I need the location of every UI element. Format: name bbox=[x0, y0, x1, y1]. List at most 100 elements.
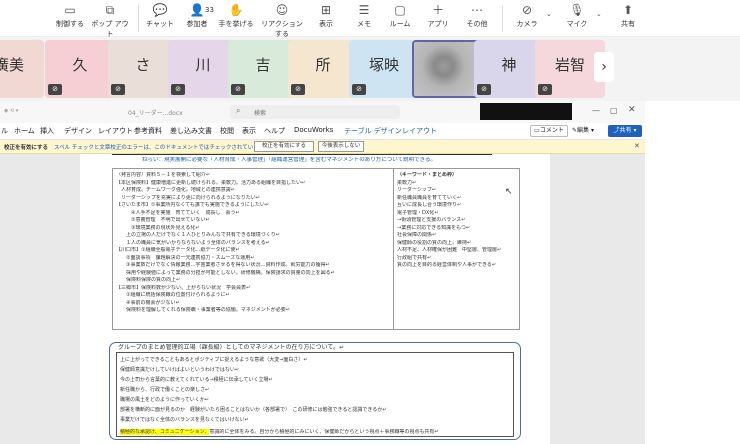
share-button[interactable]: ⬆ 共有 bbox=[616, 2, 640, 29]
control-button[interactable]: ▭ 制御する bbox=[56, 2, 84, 29]
discussion-line: 保険料保険の質の向上↵ bbox=[116, 277, 181, 283]
more-button[interactable]: ⋯ その他 bbox=[464, 2, 490, 29]
mic-options-chevron-icon[interactable]: ⌄ bbox=[596, 10, 602, 18]
menu-home[interactable]: ホーム bbox=[14, 126, 35, 136]
notes-button[interactable]: ☰ メモ bbox=[352, 2, 376, 29]
discussion-table: （発言内容）資料５－１を検索して紹介↵ 【本区保険料】健康増進に更新し続けられる。… bbox=[112, 168, 520, 330]
ribbon-menu: ル ホーム 挿入 デザイン レイアウト 参考資料 差し込み文書 校閲 表示 ヘル… bbox=[0, 123, 645, 140]
chat-icon: 💬 bbox=[152, 3, 168, 17]
mouse-cursor-icon: ↖ bbox=[505, 187, 513, 197]
summary-line: 部署を横断的に面が見るのか 経験がいたら困ることはないか（各部署で） この研修に… bbox=[120, 407, 387, 413]
mic-button[interactable]: 🎙 マイク bbox=[564, 2, 590, 29]
menu-file[interactable]: ル bbox=[1, 126, 8, 136]
participant-tile[interactable]: 所 ⊘ bbox=[288, 40, 358, 98]
view-icon: ⊞ bbox=[320, 3, 332, 17]
minimize-icon[interactable]: — bbox=[592, 106, 600, 115]
popout-button[interactable]: ⧉ ポップ アウト bbox=[90, 2, 130, 39]
notes-icon: ☰ bbox=[358, 3, 370, 17]
right-blank-area bbox=[645, 101, 740, 444]
reaction-icon: ☺ bbox=[275, 3, 289, 17]
summary-line: 事業だけではなく全体のバランスを見なくてはいけない↵ bbox=[120, 417, 249, 423]
menu-layout[interactable]: レイアウト bbox=[98, 126, 133, 136]
word-title-bar: ◉ ⟲ ▾ 04_リーダー...docx ⌕ 検索 — ▢ ✕ bbox=[0, 101, 645, 123]
chat-button[interactable]: 💬 チャット bbox=[146, 2, 174, 29]
close-icon[interactable]: ✕ bbox=[628, 105, 636, 115]
mic-muted-icon: ⊘ bbox=[538, 84, 552, 95]
mic-muted-icon: ⊘ bbox=[111, 84, 125, 95]
view-button[interactable]: ⊞ 表示 bbox=[314, 2, 338, 29]
infobar-close-icon[interactable]: ✕ bbox=[634, 142, 640, 150]
keyword-list: 柔軟力↵ リーダーシップ↵ 新任職員職員を育てていく↵ 互いに成長し合う環境作り↵ 電子… bbox=[397, 180, 517, 270]
menu-view[interactable]: 表示 bbox=[242, 126, 256, 136]
menu-references[interactable]: 参考資料 bbox=[134, 126, 162, 136]
apps-button[interactable]: ＋アプリ bbox=[426, 2, 450, 29]
discussion-line: ④事前の機会が少ない↵ bbox=[116, 299, 180, 306]
search-box[interactable]: ⌕ 検索 bbox=[230, 105, 400, 119]
table-column-divider bbox=[393, 169, 394, 329]
raise-hand-button[interactable]: ✋ 手を挙げる bbox=[218, 2, 254, 29]
menu-table-layout[interactable]: レイアウト bbox=[402, 126, 437, 136]
autosave-toggle[interactable]: ◉ ⟲ ▾ bbox=[4, 108, 18, 114]
mic-muted-icon: ⊘ bbox=[231, 84, 245, 95]
summary-line: 保健師意識だけしていけばよいというわけではない↵ bbox=[120, 367, 240, 373]
participant-tile[interactable]: 久 ⊘ bbox=[45, 40, 115, 98]
discussion-line: 【川口市】①組織全般電子データ化…紙データ化に使↵ bbox=[116, 247, 240, 253]
discussion-line: ③事業数だけでなく情報業務…宇宙業者させるを得ない状況…資料作成。就労能力の獲得… bbox=[116, 262, 330, 268]
participant-tile[interactable]: 廣美⊘ bbox=[0, 40, 44, 98]
summary-line: 新任職から、行政で働くことの楽しさ↵ bbox=[120, 387, 210, 393]
menu-review[interactable]: 校閲 bbox=[220, 126, 234, 136]
menu-table-design[interactable]: テーブル デザイン bbox=[344, 126, 402, 136]
discussion-line: １人の職員に気がいからならないよう全体のバランスを考える↵ bbox=[116, 239, 270, 246]
keyword-column[interactable]: （キーワード・まとめ枠） 柔軟力↵ リーダーシップ↵ 新任職員職員を育てていく↵ 互い… bbox=[397, 172, 517, 270]
menu-docuworks[interactable]: DocuWorks bbox=[294, 126, 333, 134]
participant-tile-video[interactable] bbox=[412, 40, 482, 98]
word-share-button[interactable]: ⤴共有 ▾ bbox=[608, 125, 642, 137]
meeting-toolbar: ▭ 制御する ⧉ ポップ アウト 💬 チャット 👤 33 参加者 ✋ 手を挙げる ☺ リアクシ… bbox=[0, 0, 740, 39]
keyword-line: 電子管理・DX化↵ bbox=[397, 209, 439, 216]
discussion-content[interactable]: （発言内容）資料５－１を検索して紹介↵ 【本区保険料】健康増進に更新し続けられる。… bbox=[116, 172, 390, 315]
participants-button[interactable]: 👤 33 参加者 bbox=[182, 2, 214, 29]
enable-proofing-button[interactable]: 校正を有効にする bbox=[254, 141, 314, 152]
menu-design[interactable]: デザイン bbox=[64, 126, 92, 136]
discussion-line: ②意義管理 不明で出せていない↵ bbox=[116, 217, 210, 223]
discussion-line: ②面談事項 課題解決の一元連携協力・スムーズな運用↵ bbox=[116, 254, 255, 261]
rooms-icon: ▢ bbox=[394, 3, 406, 17]
highlighted-text: 積極的な承認け、コミュニケーション、 bbox=[120, 429, 210, 435]
discussion-line: （発言内容）資料５－１を検索して紹介↵ bbox=[116, 172, 211, 178]
keyword-line: 互いに成長し合う環境作り↵ bbox=[397, 202, 462, 208]
menu-help[interactable]: ヘルプ bbox=[264, 126, 285, 136]
next-participants-chevron-icon[interactable]: › bbox=[594, 52, 614, 82]
rooms-button[interactable]: ▢ ルーム bbox=[388, 2, 412, 29]
camera-options-chevron-icon[interactable]: ⌄ bbox=[546, 10, 552, 18]
keyword-line: 行政組で共有↵ bbox=[397, 254, 432, 261]
group-summary-box[interactable]: 上に上がってできることもあるとポジティブに捉えるような意欲（大変⇒面白さ）↵ 保健… bbox=[116, 352, 514, 437]
discussion-line: 【さいたま市】①事業所内なくても誰でも実施できるようにしたい↵ bbox=[116, 202, 270, 208]
dont-show-button[interactable]: 今後表示しない bbox=[318, 141, 364, 152]
video-feed bbox=[414, 42, 480, 96]
discussion-line: リーダーシップを充実により更に向けられるようになりたい↵ bbox=[116, 194, 260, 201]
discussion-line: ④人手不足を実施 育てていく 成長し 会う↵ bbox=[116, 209, 240, 216]
summary-line: 職場の風土をどのように作っていくか↵ bbox=[120, 397, 209, 403]
menu-insert[interactable]: 挿入 bbox=[40, 126, 54, 136]
mic-muted-icon: ⊘ bbox=[477, 84, 491, 95]
comment-button[interactable]: ▭コメント bbox=[530, 125, 568, 137]
participant-strip: 廣美⊘ 久⊘ さ⊘ 川⊘ 吉⊘ 所⊘ 塚映⊘ 神⊘ 岩智⊘ bbox=[0, 37, 740, 101]
maximize-icon[interactable]: ▢ bbox=[610, 106, 618, 115]
infobar-title: 校正を有効にする bbox=[4, 145, 49, 151]
share-icon: ⬆ bbox=[622, 3, 634, 17]
keyword-title: （キーワード・まとめ枠） bbox=[397, 172, 458, 178]
popout-icon: ⧉ bbox=[105, 3, 115, 17]
participant-tile[interactable]: 塚映 ⊘ bbox=[349, 40, 419, 98]
camera-button[interactable]: ⊘ カメラ bbox=[514, 2, 540, 29]
edit-mode-button[interactable]: ✎編集 ▾ bbox=[572, 125, 604, 137]
menu-mailings[interactable]: 差し込み文書 bbox=[170, 126, 212, 136]
summary-line: 上に上がってできることもあるとポジティブに捉えるような意欲（大変⇒面白さ）↵ bbox=[120, 357, 308, 363]
participant-tile[interactable]: 神 ⊘ bbox=[474, 40, 544, 98]
search-placeholder: 検索 bbox=[254, 110, 267, 117]
proofing-infobar: 校正を有効にする スペル チェックと文章校正のエラーは、このドキュメントではチェ… bbox=[0, 140, 645, 154]
keyword-line: →業務に対応できる知識をもつ↵ bbox=[397, 224, 471, 231]
document-page[interactable]: ねらい：現実展開に必要な「人材育成・人事管理」「組織運営管理」を含むマネジメント… bbox=[80, 154, 550, 444]
reaction-button[interactable]: ☺ リアクションする bbox=[258, 2, 306, 39]
redacted-account bbox=[480, 103, 572, 120]
keyword-line: リーダーシップ↵ bbox=[397, 187, 437, 193]
